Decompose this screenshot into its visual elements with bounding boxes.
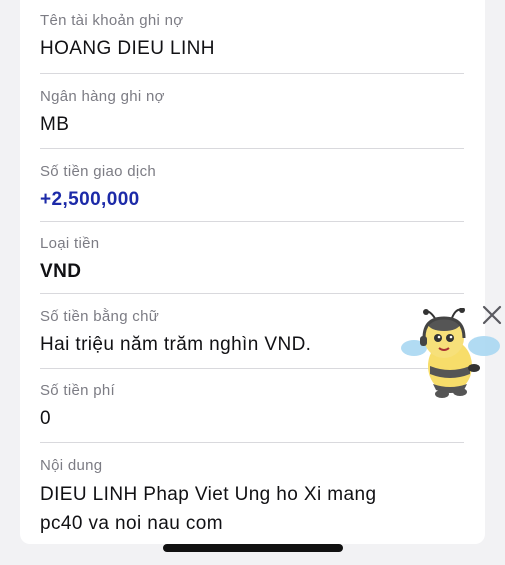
transaction-detail-card: Tên tài khoản ghi nợ HOANG DIEU LINH Ngâ… — [20, 0, 485, 544]
bee-icon — [401, 307, 500, 398]
field-debit-account-name: Tên tài khoản ghi nợ HOANG DIEU LINH — [40, 12, 464, 74]
field-label: Tên tài khoản ghi nợ — [40, 12, 184, 29]
field-debit-bank: Ngân hàng ghi nợ MB — [40, 88, 464, 149]
field-value: 0 — [40, 408, 51, 429]
content-line: pc40 va noi nau com — [40, 513, 223, 534]
home-indicator[interactable] — [163, 544, 343, 552]
content-line: DIEU LINH Phap Viet Ung ho Xi mang — [40, 484, 377, 505]
field-value: HOANG DIEU LINH — [40, 38, 215, 59]
content-value: DIEU LINH Phap Viet Ung ho Xi mang pc40 … — [40, 480, 464, 538]
field-label: Nội dung — [40, 457, 103, 474]
field-label: Số tiền giao dịch — [40, 163, 157, 180]
currency-value: VND — [40, 261, 82, 282]
field-currency: Loại tiền VND — [40, 235, 464, 294]
field-content: Nội dung DIEU LINH Phap Viet Ung ho Xi m… — [40, 457, 464, 537]
field-label: Ngân hàng ghi nợ — [40, 88, 165, 105]
field-value: MB — [40, 114, 70, 135]
field-transaction-amount: Số tiền giao dịch +2,500,000 — [40, 163, 464, 222]
field-label: Loại tiền — [40, 235, 100, 252]
bee-mascot[interactable] — [400, 307, 500, 400]
amount-value: +2,500,000 — [40, 189, 140, 210]
